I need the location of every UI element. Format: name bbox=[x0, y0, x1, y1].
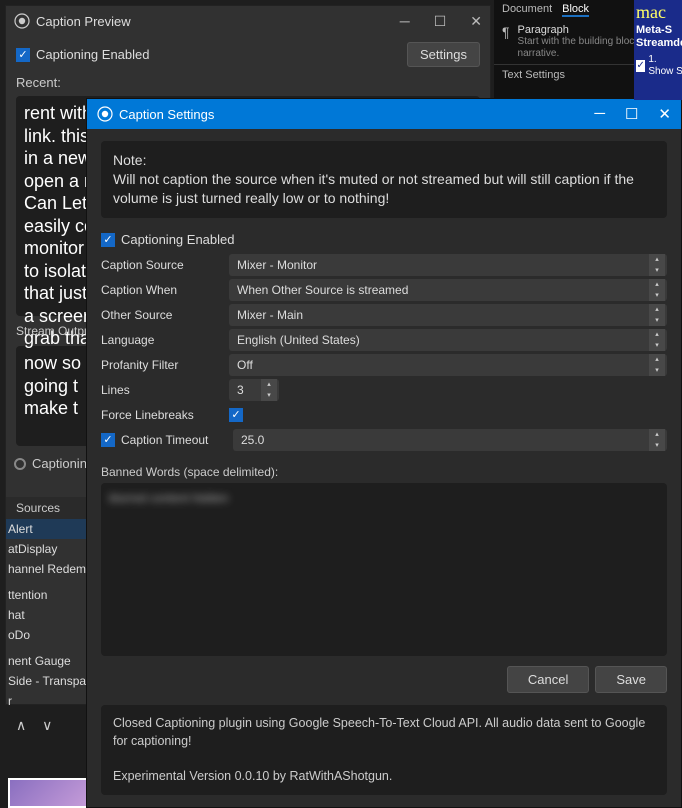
text-settings-label[interactable]: Text Settings bbox=[502, 69, 565, 81]
dialog-titlebar[interactable]: Caption Settings ─ ☐ ✕ bbox=[87, 99, 681, 129]
profanity-filter-select[interactable]: Off▴▾ bbox=[229, 354, 667, 376]
profanity-filter-label: Profanity Filter bbox=[101, 358, 229, 372]
preview-title-text: Caption Preview bbox=[36, 14, 131, 29]
tab-block[interactable]: Block bbox=[562, 3, 589, 17]
banner-logo: mac bbox=[636, 2, 682, 24]
note-heading: Note: bbox=[113, 151, 655, 170]
side-banner: mac Meta-S Streamde ✓1. Show S bbox=[634, 0, 682, 100]
close-button[interactable]: ✕ bbox=[470, 13, 482, 30]
caption-when-label: Caption When bbox=[101, 283, 229, 297]
settings-button[interactable]: Settings bbox=[407, 42, 480, 67]
caption-source-label: Caption Source bbox=[101, 258, 229, 272]
other-source-label: Other Source bbox=[101, 308, 229, 322]
captioning-enabled-checkbox[interactable]: ✓ bbox=[101, 233, 115, 247]
status-text: Captioning bbox=[32, 456, 94, 471]
maximize-button[interactable]: ☐ bbox=[434, 13, 447, 30]
tab-document[interactable]: Document bbox=[502, 3, 552, 17]
banner-line2: Streamde bbox=[636, 37, 682, 50]
force-linebreaks-label: Force Linebreaks bbox=[101, 408, 229, 422]
banned-words-label: Banned Words (space delimited): bbox=[101, 465, 667, 479]
caption-timeout-label: Caption Timeout bbox=[121, 433, 233, 447]
banner-line1: Meta-S bbox=[636, 24, 682, 37]
scene-thumbnail bbox=[8, 778, 88, 808]
footer-line2: Experimental Version 0.0.10 by RatWithAS… bbox=[113, 768, 655, 786]
caption-settings-dialog: Caption Settings ─ ☐ ✕ Note: Will not ca… bbox=[86, 98, 682, 808]
caption-timeout-checkbox[interactable]: ✓ bbox=[101, 433, 115, 447]
dialog-footer: Closed Captioning plugin using Google Sp… bbox=[101, 705, 667, 795]
captioning-enabled-label: Captioning Enabled bbox=[121, 232, 234, 247]
footer-line1: Closed Captioning plugin using Google Sp… bbox=[113, 715, 655, 750]
banner-check-label: 1. Show S bbox=[648, 54, 682, 78]
recent-label: Recent: bbox=[6, 73, 490, 92]
note-box: Note: Will not caption the source when i… bbox=[101, 141, 667, 218]
captioning-enabled-label: Captioning Enabled bbox=[36, 47, 149, 62]
paragraph-icon: ¶ bbox=[502, 24, 510, 60]
banned-words-input[interactable]: blurred content hidden bbox=[101, 483, 667, 656]
caption-timeout-field[interactable]: 25.0▴▾ bbox=[233, 429, 667, 451]
caption-source-select[interactable]: Mixer - Monitor▴▾ bbox=[229, 254, 667, 276]
close-button[interactable]: ✕ bbox=[658, 105, 671, 123]
lines-stepper[interactable]: 3▴▾ bbox=[229, 379, 279, 401]
language-label: Language bbox=[101, 333, 229, 347]
dialog-title-text: Caption Settings bbox=[119, 107, 214, 122]
minimize-button[interactable]: ─ bbox=[594, 105, 605, 123]
status-dot-icon bbox=[14, 458, 26, 470]
force-linebreaks-checkbox[interactable]: ✓ bbox=[229, 408, 243, 422]
obs-icon bbox=[14, 13, 30, 29]
language-select[interactable]: English (United States)▴▾ bbox=[229, 329, 667, 351]
lines-label: Lines bbox=[101, 383, 229, 397]
captioning-enabled-checkbox[interactable]: ✓ bbox=[16, 48, 30, 62]
banner-check-icon: ✓ bbox=[636, 60, 645, 72]
maximize-button[interactable]: ☐ bbox=[625, 105, 638, 123]
save-button[interactable]: Save bbox=[595, 666, 667, 693]
obs-icon bbox=[97, 106, 113, 122]
minimize-button[interactable]: ─ bbox=[400, 13, 410, 30]
banned-words-content: blurred content hidden bbox=[109, 491, 659, 505]
caption-when-select[interactable]: When Other Source is streamed▴▾ bbox=[229, 279, 667, 301]
cancel-button[interactable]: Cancel bbox=[507, 666, 589, 693]
preview-titlebar[interactable]: Caption Preview ─ ☐ ✕ bbox=[6, 6, 490, 36]
note-body: Will not caption the source when it's mu… bbox=[113, 170, 655, 208]
other-source-select[interactable]: Mixer - Main▴▾ bbox=[229, 304, 667, 326]
